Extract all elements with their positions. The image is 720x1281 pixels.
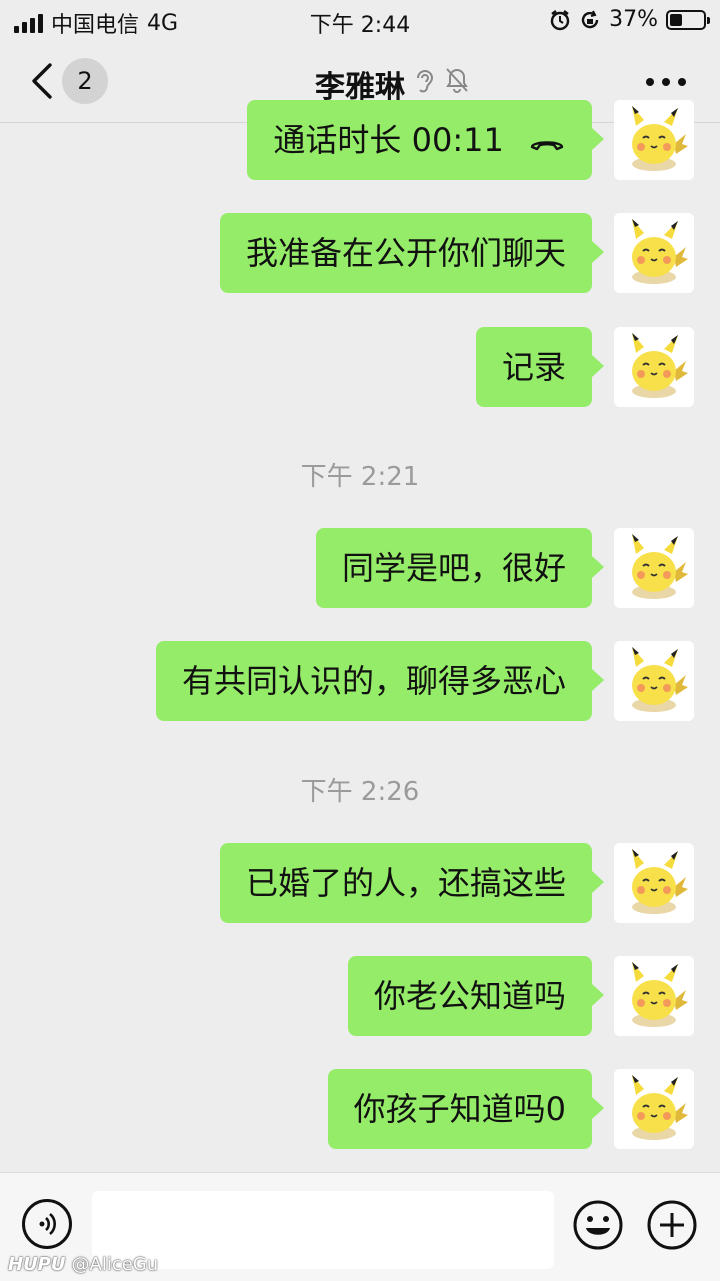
emoji-button[interactable] <box>572 1199 624 1251</box>
watermark-brand: HUPU <box>8 1254 66 1275</box>
watermark-user: @AliceGu <box>71 1254 159 1275</box>
message-row: 你孩子知道吗0 <box>327 1069 694 1149</box>
status-bar: 中国电信 4G 下午 2:44 37% <box>0 0 720 40</box>
hang-up-icon <box>530 141 564 151</box>
avatar[interactable] <box>614 1069 694 1149</box>
message-row: 通话时长 00:11 <box>247 100 694 180</box>
message-row: 有共同认识的，聊得多恶心 <box>155 641 694 721</box>
watermark: HUPU @AliceGu <box>8 1254 158 1275</box>
message-row: 已婚了的人，还搞这些 <box>219 843 694 923</box>
alarm-icon <box>550 9 570 30</box>
avatar[interactable] <box>614 100 694 180</box>
message-bubble[interactable]: 同学是吧，很好 <box>315 528 605 608</box>
message-text: 通话时长 00:11 <box>273 121 504 159</box>
avatar[interactable] <box>614 641 694 721</box>
call-duration-bubble[interactable]: 通话时长 00:11 <box>247 100 604 180</box>
avatar[interactable] <box>614 956 694 1036</box>
title-icons <box>414 66 470 94</box>
message-row: 你老公知道吗 <box>347 956 694 1036</box>
message-bubble[interactable]: 你老公知道吗 <box>347 956 605 1036</box>
timestamp: 下午 2:21 <box>300 462 420 492</box>
mute-bell-icon <box>446 68 468 93</box>
avatar[interactable] <box>614 843 694 923</box>
battery-percent: 37% <box>609 7 658 32</box>
status-right: 37% <box>549 7 710 32</box>
message-bubble[interactable]: 有共同认识的，聊得多恶心 <box>155 641 605 721</box>
avatar[interactable] <box>614 528 694 608</box>
voice-icon <box>39 1213 56 1235</box>
rotation-lock-icon <box>581 10 599 28</box>
message-row: 同学是吧，很好 <box>315 528 694 608</box>
more-options-button[interactable] <box>646 78 686 86</box>
message-input[interactable] <box>92 1191 554 1269</box>
message-bubble[interactable]: 我准备在公开你们聊天 <box>219 213 605 293</box>
message-bubble[interactable]: 记录 <box>475 327 605 407</box>
battery-icon <box>666 9 710 30</box>
message-row: 我准备在公开你们聊天 <box>219 213 694 293</box>
ear-icon <box>417 70 434 93</box>
avatar[interactable] <box>614 213 694 293</box>
message-bubble[interactable]: 已婚了的人，还搞这些 <box>219 843 605 923</box>
avatar[interactable] <box>614 327 694 407</box>
timestamp: 下午 2:26 <box>300 777 420 807</box>
message-row: 记录 <box>475 327 694 407</box>
message-bubble[interactable]: 你孩子知道吗0 <box>327 1069 605 1149</box>
add-attachment-button[interactable] <box>646 1199 698 1251</box>
voice-input-button[interactable] <box>22 1199 72 1249</box>
